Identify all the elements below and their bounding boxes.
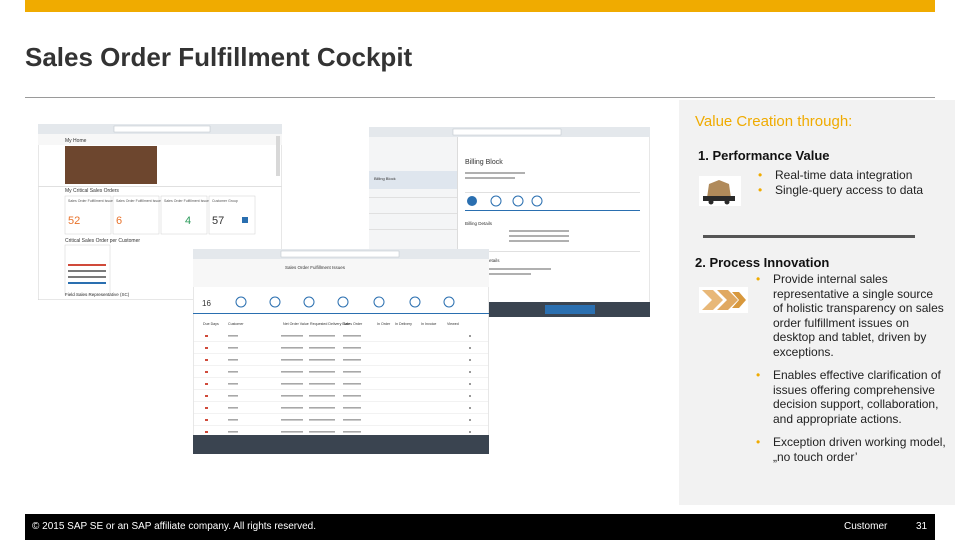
- list-col-viewed: Viewed: [447, 322, 459, 326]
- chevrons-icon: [699, 287, 748, 313]
- audience-label: Customer: [844, 521, 888, 532]
- detail-section1: Billing Details: [465, 221, 493, 226]
- home-tile-1[interactable]: Sales Order Fulfillment Issues 52: [64, 195, 115, 235]
- svg-text:4: 4: [185, 215, 191, 227]
- home-footer-label: Field Sales Representative (SC): [65, 292, 130, 297]
- list-screenshot: Sales Order Fulfillment Issues 16 Due Da…: [193, 249, 489, 454]
- copyright-text: © 2015 SAP SE or an SAP affiliate compan…: [32, 521, 317, 532]
- list-col-customer: Customer: [228, 322, 244, 326]
- svg-text:Sales Order Fulfillment Issues: Sales Order Fulfillment Issues: [68, 199, 115, 203]
- process-bullet-3: Exception driven working model, „no touc…: [756, 435, 946, 464]
- detail-heading: Billing Block: [465, 159, 503, 166]
- home-tile-2[interactable]: Sales Order Fulfillment Issues 6: [112, 195, 163, 235]
- home-section-label: My Critical Sales Orders: [65, 188, 119, 194]
- svg-text:Sales Order Fulfillment Issues: Sales Order Fulfillment Issues: [116, 199, 163, 203]
- title-divider: [25, 97, 935, 98]
- section-title-performance: 1. Performance Value: [698, 148, 830, 163]
- truck-icon: [699, 176, 741, 206]
- top-accent-bar: [25, 0, 935, 12]
- section-separator: [703, 235, 915, 238]
- page-number: 31: [916, 521, 928, 532]
- slide-title: Sales Order Fulfillment Cockpit: [25, 42, 413, 72]
- process-bullet-1: Provide internal sales representative a …: [756, 272, 946, 359]
- value-creation-heading: Value Creation through:: [695, 113, 853, 130]
- process-bullet-2: Enables effective clarification of issue…: [756, 368, 946, 426]
- detail-tab-label: Billing Block: [374, 176, 396, 181]
- list-col-inorder: In Order: [377, 322, 391, 326]
- svg-text:57: 57: [212, 215, 224, 227]
- home-tile-4[interactable]: Customer Group 57: [208, 195, 256, 235]
- svg-text:6: 6: [116, 215, 122, 227]
- list-count: 16: [202, 299, 211, 308]
- list-col-value: Net Order Value: [283, 322, 309, 326]
- performance-bullet-1: Real-time data integration: [758, 168, 938, 183]
- svg-text:Customer Group: Customer Group: [212, 199, 238, 203]
- section-title-process: 2. Process Innovation: [695, 255, 830, 270]
- list-col-order: Sales Order: [343, 322, 363, 326]
- svg-text:52: 52: [68, 215, 80, 227]
- list-col-indelivery: In Delivery: [395, 322, 412, 326]
- home-sub-label: Critical Sales Order per Customer: [65, 238, 140, 244]
- list-header-title: Sales Order Fulfillment Issues: [285, 265, 346, 270]
- home-tile-3[interactable]: Sales Order Fulfillment Issues 4: [160, 195, 211, 235]
- list-col-due: Due Days: [203, 322, 219, 326]
- process-bullets: Provide internal sales representative a …: [756, 272, 946, 464]
- performance-bullet-2: Single-query access to data: [758, 183, 938, 198]
- home-label: My Home: [65, 138, 87, 144]
- performance-bullets: Real-time data integration Single-query …: [758, 168, 938, 197]
- list-col-ininvoice: In Invoice: [421, 322, 436, 326]
- svg-text:Sales Order Fulfillment Issues: Sales Order Fulfillment Issues: [164, 199, 211, 203]
